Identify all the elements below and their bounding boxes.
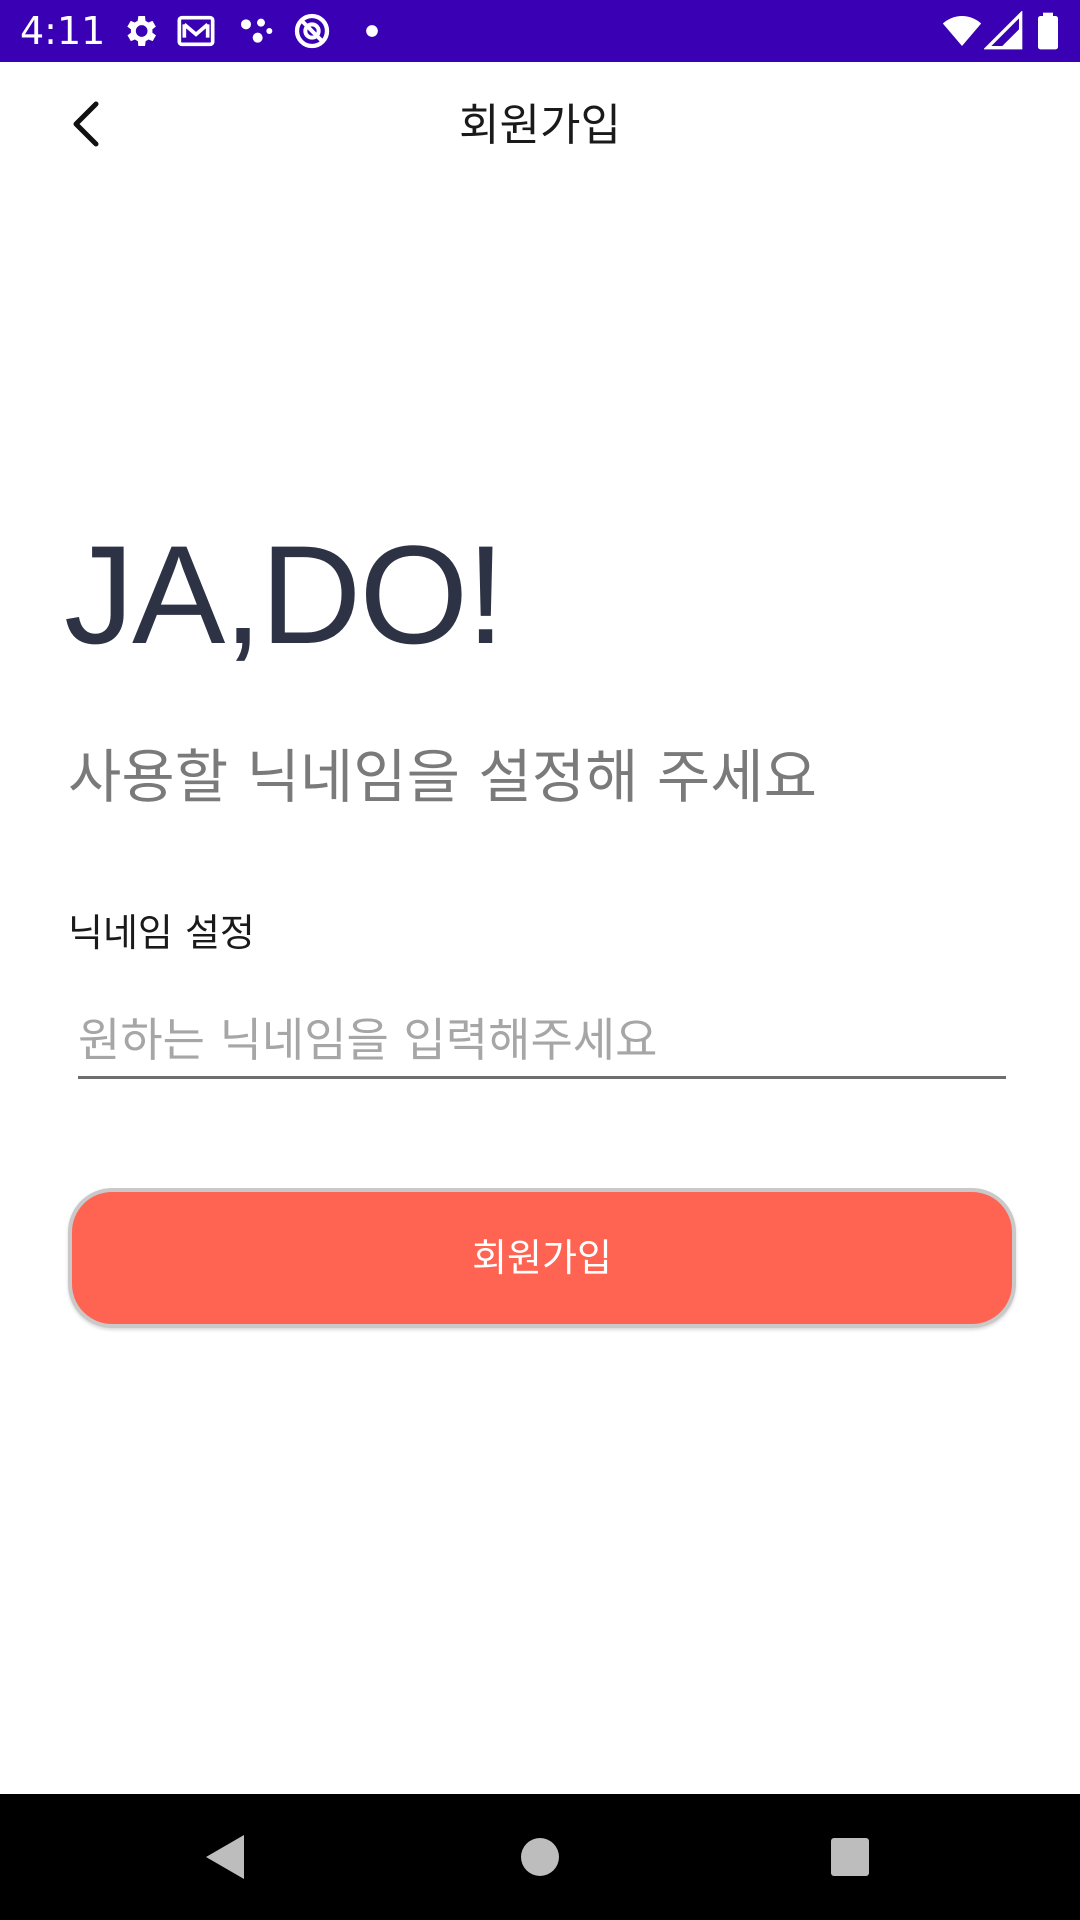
back-triangle-icon[interactable]	[192, 1823, 260, 1891]
subtitle: 사용할 닉네임을 설정해 주세요	[68, 743, 817, 811]
recents-square-icon[interactable]	[816, 1823, 884, 1891]
small-dot-icon	[352, 11, 392, 51]
app-bar: 회원가입	[0, 62, 1080, 188]
cellular-signal-icon	[984, 11, 1024, 51]
page-title: 회원가입	[459, 100, 621, 151]
signup-button[interactable]: 회원가입	[68, 1188, 1016, 1328]
nickname-label: 닉네임 설정	[68, 911, 255, 955]
signup-screen: 4:11 회원가입 JA,DO! 사용할 닉네임을 설정해 주세요 닉네임 설정…	[0, 0, 1080, 1920]
status-time: 4:11	[20, 9, 106, 53]
dots-icon	[236, 11, 276, 51]
app-logo-text: JA,DO!	[64, 516, 505, 673]
status-bar: 4:11	[0, 0, 1080, 62]
home-circle-icon[interactable]	[506, 1823, 574, 1891]
wifi-icon	[942, 11, 982, 51]
gear-icon	[120, 11, 160, 51]
battery-icon	[1028, 11, 1068, 51]
system-nav-bar	[0, 1794, 1080, 1920]
nickname-input[interactable]	[78, 1004, 1006, 1079]
gmail-icon	[176, 11, 216, 51]
data-saver-icon	[292, 11, 332, 51]
